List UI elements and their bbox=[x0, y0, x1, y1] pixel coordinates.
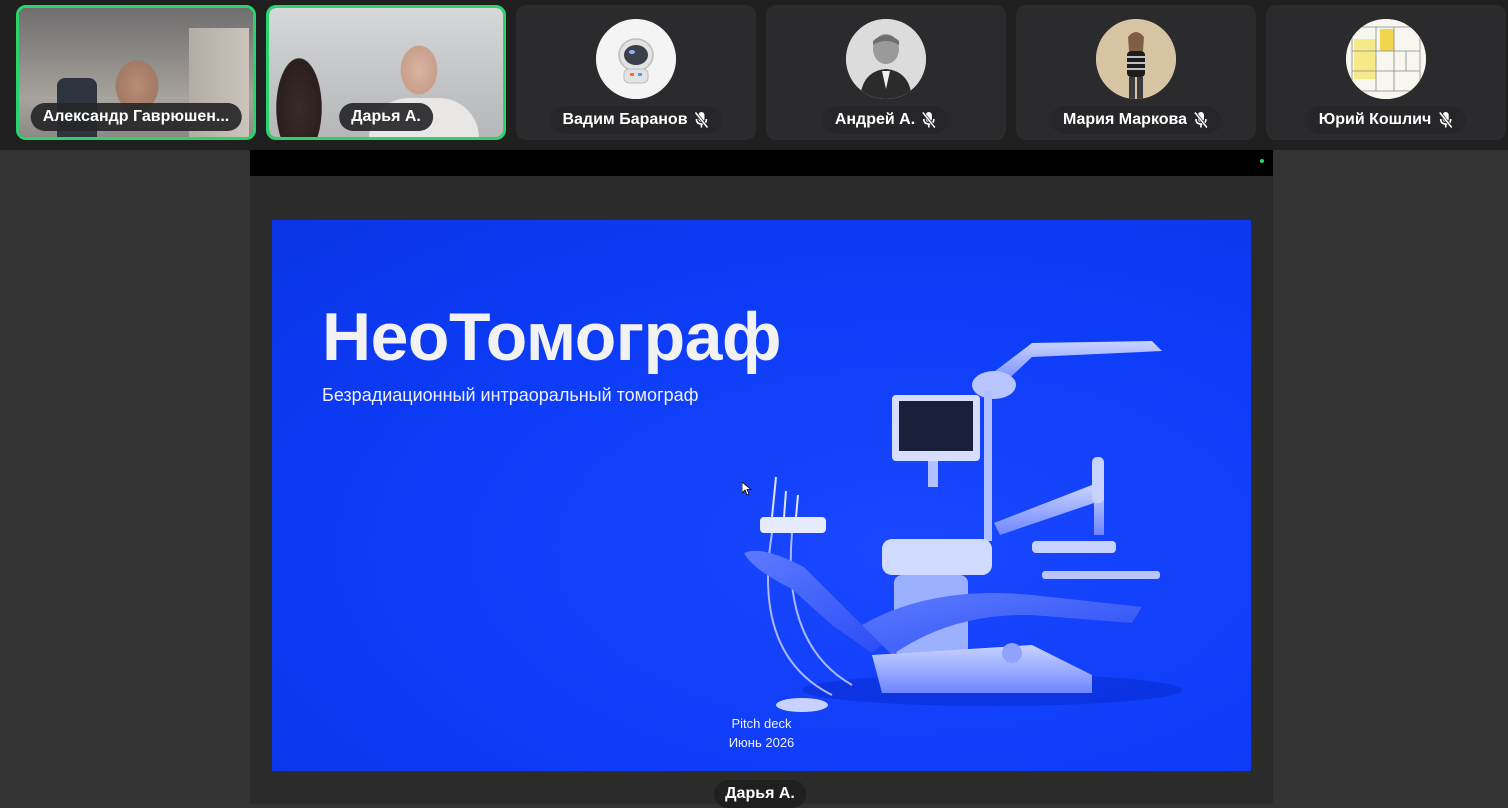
participant-name-pill: Андрей А. bbox=[822, 106, 950, 134]
status-dot-icon bbox=[1260, 159, 1264, 163]
participant-name: Мария Маркова bbox=[1062, 111, 1188, 128]
slide-footer: Pitch deck Июнь 2026 bbox=[272, 714, 1251, 752]
mic-off-icon[interactable] bbox=[921, 111, 937, 129]
shared-screen[interactable]: НеоТомограф Безрадиационный интраоральны… bbox=[250, 150, 1273, 808]
participant-tile-darya[interactable]: Дарья А. bbox=[266, 5, 506, 140]
astronaut-avatar-icon bbox=[596, 19, 676, 99]
presenter-name: Дарья А. bbox=[725, 785, 795, 802]
mic-off-icon[interactable] bbox=[1193, 111, 1209, 129]
mic-off-icon[interactable] bbox=[1437, 111, 1453, 129]
participant-name: Александр Гаврюшен... bbox=[42, 108, 230, 125]
slide-footer-line1: Pitch deck bbox=[731, 716, 792, 731]
floorplan-avatar-icon bbox=[1346, 19, 1426, 99]
participant-name: Андрей А. bbox=[834, 111, 916, 128]
participant-name-pill: Мария Маркова bbox=[1050, 106, 1222, 134]
presentation-slide: НеоТомограф Безрадиационный интраоральны… bbox=[272, 220, 1251, 771]
participant-name: Вадим Баранов bbox=[562, 111, 688, 128]
participant-tile-mariya[interactable]: Мария Маркова bbox=[1016, 5, 1256, 140]
mic-off-icon[interactable] bbox=[694, 111, 710, 129]
dental-chair-illustration-icon bbox=[744, 341, 1182, 712]
participant-name: Дарья А. bbox=[351, 108, 421, 125]
slide-footer-line2: Июнь 2026 bbox=[728, 735, 795, 750]
participant-name: Юрий Кошлич bbox=[1318, 111, 1432, 128]
participant-tile-aleksandr[interactable]: Александр Гаврюшен... bbox=[16, 5, 256, 140]
man-photo-avatar-icon bbox=[846, 19, 926, 99]
participant-tile-andrey[interactable]: Андрей А. bbox=[766, 5, 1006, 140]
mouse-cursor-icon bbox=[742, 482, 752, 496]
shared-screen-topbar bbox=[250, 150, 1273, 176]
slide-title: НеоТомограф bbox=[322, 299, 781, 375]
participant-name-pill: Юрий Кошлич bbox=[1306, 106, 1466, 134]
participant-name-pill: Александр Гаврюшен... bbox=[30, 103, 242, 131]
slide-subtitle: Безрадиационный интраоральный томограф bbox=[322, 385, 699, 405]
participant-name-pill: Дарья А. bbox=[339, 103, 433, 131]
participant-tile-yuriy[interactable]: Юрий Кошлич bbox=[1266, 5, 1506, 140]
main-stage: НеоТомограф Безрадиационный интраоральны… bbox=[0, 150, 1508, 808]
participants-strip: Александр Гаврюшен... Дарья А. Вадим Бар… bbox=[0, 0, 1508, 150]
participant-name-pill: Вадим Баранов bbox=[550, 106, 722, 134]
participant-tile-vadim[interactable]: Вадим Баранов bbox=[516, 5, 756, 140]
woman-photo-avatar-icon bbox=[1096, 19, 1176, 99]
